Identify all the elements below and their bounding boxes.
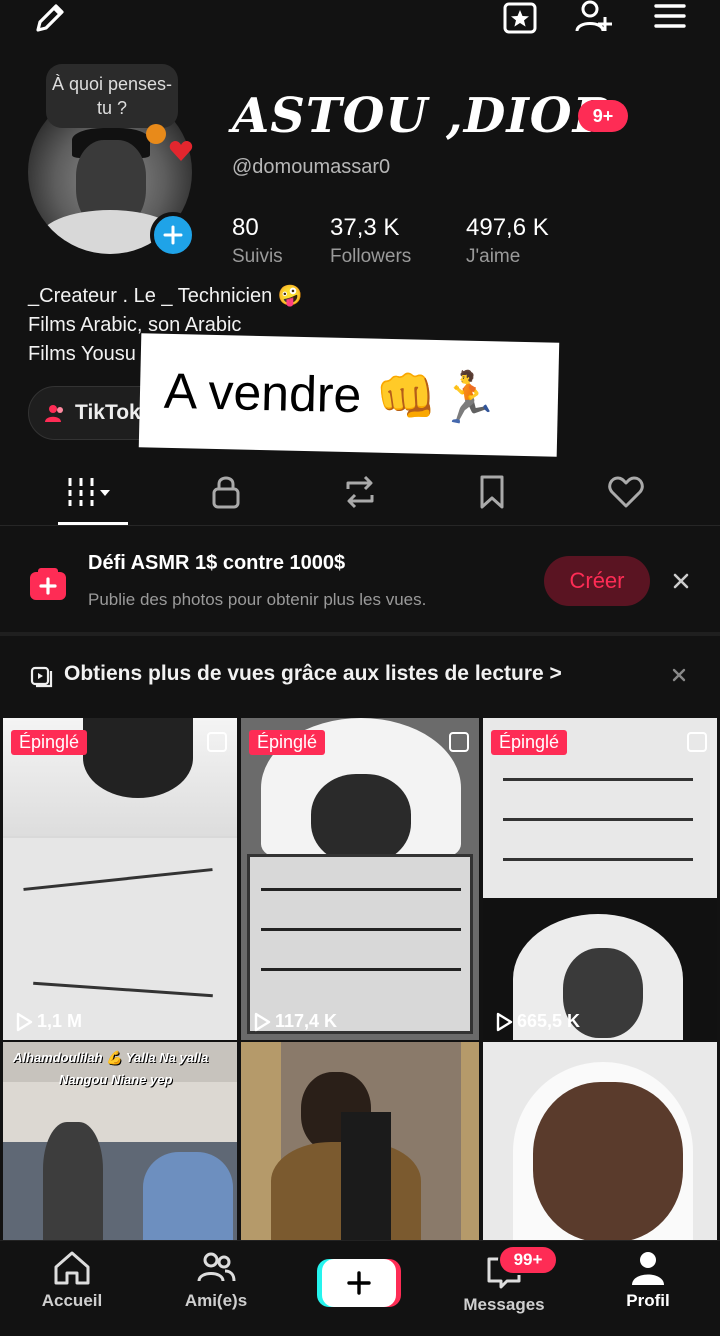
heart-icon — [608, 476, 644, 508]
view-count-value: 1,1 M — [37, 1011, 83, 1031]
nav-label: Ami(e)s — [184, 1291, 248, 1310]
overlay-sticker: A vendre 👊🏃 — [138, 333, 560, 457]
tab-private[interactable] — [160, 460, 292, 524]
video-thumbnail[interactable]: Épinglé 117,4 K — [241, 718, 479, 1040]
bookmark-icon — [480, 475, 504, 509]
username: @domoumassar0 — [232, 156, 391, 178]
nav-label: Accueil — [41, 1291, 103, 1310]
add-photo-icon — [30, 568, 66, 600]
content-tabs — [0, 460, 720, 526]
bio-line: _Createur . Le _ Technicien 🤪 — [28, 285, 303, 307]
display-name: ASTOU ,DIOP — [232, 88, 610, 144]
friends-icon — [197, 1252, 236, 1282]
menu-hamburger-icon[interactable] — [646, 0, 694, 42]
video-caption: Alhamdoulilah 💪 Yalla Na yalla — [13, 1050, 209, 1065]
thought-bubble[interactable]: À quoi penses-tu ? — [46, 64, 178, 128]
add-friend-icon[interactable] — [570, 0, 618, 42]
tab-videos[interactable] — [26, 460, 158, 524]
multi-select-icon — [207, 732, 227, 752]
stat-value: 37,3 K — [330, 214, 400, 241]
tab-favorites[interactable] — [426, 460, 558, 524]
stat-label: Suivis — [232, 246, 283, 267]
video-thumbnail[interactable]: Alhamdoulilah 💪 Yalla Na yalla Nangou Ni… — [3, 1042, 237, 1240]
playlist-banner[interactable]: Obtiens plus de vues grâce aux listes de… — [0, 646, 720, 708]
nav-friends[interactable]: Ami(e)s — [156, 1249, 276, 1329]
messages-badge: 99+ — [498, 1245, 558, 1275]
promo-subtitle: Publie des photos pour obtenir plus les … — [88, 590, 427, 609]
multi-select-icon — [449, 732, 469, 752]
close-icon[interactable] — [664, 564, 698, 598]
video-thumbnail[interactable]: Épinglé 665,5 K — [483, 718, 717, 1040]
notification-badge[interactable]: 9+ — [578, 100, 628, 132]
video-thumbnail[interactable]: Épinglé 1,1 M — [3, 718, 237, 1040]
view-count: 1,1 M — [15, 1011, 82, 1032]
create-post-button[interactable] — [322, 1259, 396, 1307]
pinned-badge: Épinglé — [491, 730, 568, 755]
promo-title: Défi ASMR 1$ contre 1000$ — [88, 552, 346, 574]
video-caption: Nangou Niane yep — [59, 1072, 173, 1087]
view-count: 665,5 K — [495, 1011, 580, 1032]
grid-icon — [68, 478, 110, 506]
tiktok-button-label: TikTok — [75, 401, 141, 424]
play-icon — [16, 1012, 33, 1031]
home-icon — [54, 1251, 90, 1285]
view-count-value: 117,4 K — [275, 1011, 338, 1031]
top-bar — [0, 0, 720, 40]
video-thumbnail[interactable] — [483, 1042, 717, 1240]
tab-liked[interactable] — [560, 460, 692, 524]
stat-label: J'aime — [466, 246, 521, 267]
lock-icon — [212, 476, 240, 509]
plus-icon — [163, 225, 183, 245]
playlist-icon — [30, 666, 53, 688]
video-thumbnail[interactable] — [241, 1042, 479, 1240]
nav-label: Profil — [626, 1291, 670, 1310]
emoji-icon — [146, 124, 166, 144]
favorites-star-icon[interactable] — [496, 0, 544, 42]
stat-value: 80 — [232, 214, 259, 241]
view-count: 117,4 K — [253, 1011, 337, 1032]
stat-likes[interactable]: 497,6 K J'aime — [466, 214, 549, 268]
playlist-text: Obtiens plus de vues grâce aux listes de… — [64, 662, 562, 685]
stat-following[interactable]: 80 Suivis — [232, 214, 283, 268]
stat-value: 497,6 K — [466, 214, 549, 241]
profile-icon — [632, 1252, 664, 1285]
nav-home[interactable]: Accueil — [12, 1249, 132, 1329]
close-icon[interactable] — [664, 660, 694, 690]
heart-emoji-icon — [168, 138, 194, 169]
people-icon — [45, 405, 63, 422]
play-icon — [496, 1012, 513, 1031]
stat-followers[interactable]: 37,3 K Followers — [330, 214, 411, 268]
promo-banner[interactable]: Défi ASMR 1$ contre 1000$ Publie des pho… — [0, 530, 720, 634]
view-count-value: 665,5 K — [517, 1011, 581, 1031]
tab-reposts[interactable] — [294, 460, 426, 524]
pinned-badge: Épinglé — [249, 730, 326, 755]
edit-pencil-icon[interactable] — [26, 0, 74, 42]
bottom-navigation: Accueil Ami(e)s Messages 99+ Profil — [0, 1240, 720, 1336]
multi-select-icon — [687, 732, 707, 752]
add-story-button[interactable] — [150, 212, 196, 258]
play-icon — [254, 1012, 271, 1031]
repost-icon — [346, 475, 374, 509]
stat-label: Followers — [330, 246, 412, 267]
create-button[interactable]: Créer — [544, 556, 650, 606]
video-grid: Épinglé 1,1 M Épinglé 117,4 K Épinglé 66… — [0, 716, 720, 1240]
plus-icon — [347, 1271, 371, 1295]
divider — [0, 632, 720, 636]
active-tab-indicator — [58, 522, 128, 525]
nav-label: Messages — [463, 1295, 545, 1314]
pinned-badge: Épinglé — [11, 730, 88, 755]
nav-profile[interactable]: Profil — [588, 1249, 708, 1329]
